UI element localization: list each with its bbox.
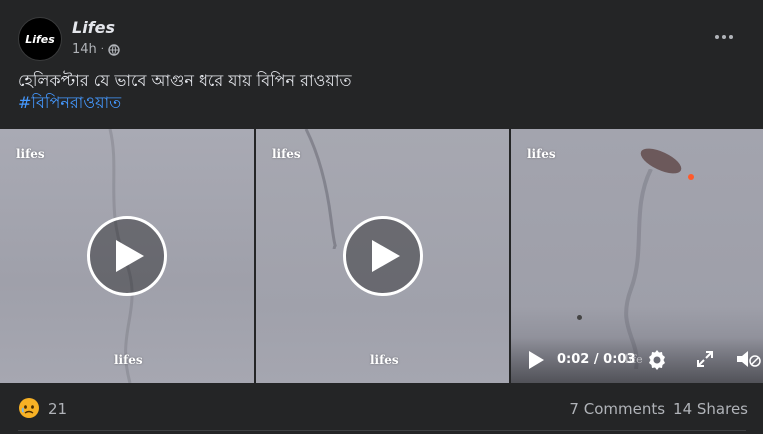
time-display: 0:02 / 0:03 (557, 352, 636, 367)
volume-muted-icon[interactable] (735, 348, 761, 370)
post-stats: 7 Comments 14 Shares (569, 400, 748, 418)
watermark-top: lifes (272, 147, 301, 161)
gear-icon[interactable] (645, 348, 669, 372)
post-header: Lifes Lifes 14h · (18, 17, 748, 63)
watermark-top: lifes (527, 147, 556, 161)
current-time: 0:02 (557, 352, 590, 367)
video-player[interactable]: lifes 0:02 / 0:03 life (511, 129, 763, 383)
video-tile-2[interactable]: lifes lifes (256, 129, 509, 383)
shares-count[interactable]: 14 Shares (673, 400, 748, 418)
play-button[interactable] (87, 216, 167, 296)
author-name[interactable]: Lifes (72, 18, 115, 37)
play-icon[interactable] (527, 350, 545, 370)
separator-dot: · (100, 44, 104, 55)
watermark-bottom: lifes (114, 353, 143, 367)
more-dot-icon (722, 35, 726, 39)
faint-watermark: life (625, 353, 643, 366)
more-options-button[interactable] (710, 23, 738, 51)
fullscreen-icon[interactable] (695, 349, 715, 369)
time-separator: / (593, 352, 599, 367)
play-icon (116, 240, 144, 272)
more-dot-icon (715, 35, 719, 39)
watermark-bottom: lifes (370, 353, 399, 367)
comments-count[interactable]: 7 Comments (569, 400, 665, 418)
post-caption: হেলিকপ্টার যে ভাবে আগুন ধরে যায় বিপিন র… (18, 70, 738, 114)
video-tile-1[interactable]: lifes lifes (0, 129, 254, 383)
globe-icon[interactable] (108, 43, 120, 56)
caption-text: হেলিকপ্টার যে ভাবে আগুন ধরে যায় বিপিন র… (18, 71, 352, 90)
footer-divider (18, 430, 746, 431)
avatar[interactable]: Lifes (18, 17, 62, 61)
reaction-count[interactable]: 21 (48, 400, 67, 418)
debris-dot (577, 315, 582, 320)
facebook-post: Lifes Lifes 14h · হেলিকপ্টার যে ভাবে আগু… (0, 0, 763, 434)
sad-reaction-icon[interactable] (18, 397, 40, 419)
post-time[interactable]: 14h (72, 42, 97, 57)
play-button[interactable] (343, 216, 423, 296)
watermark-top: lifes (16, 147, 45, 161)
media-grid: lifes lifes lifes lifes lifes 0:02 / 0:0… (0, 129, 763, 383)
player-controls: 0:02 / 0:03 life (511, 337, 763, 383)
post-meta: 14h · (72, 42, 120, 57)
more-dot-icon (729, 35, 733, 39)
post-footer: 21 7 Comments 14 Shares (18, 393, 748, 423)
play-icon (372, 240, 400, 272)
hashtag-link[interactable]: #বিপিনরাওয়াত (18, 92, 738, 114)
